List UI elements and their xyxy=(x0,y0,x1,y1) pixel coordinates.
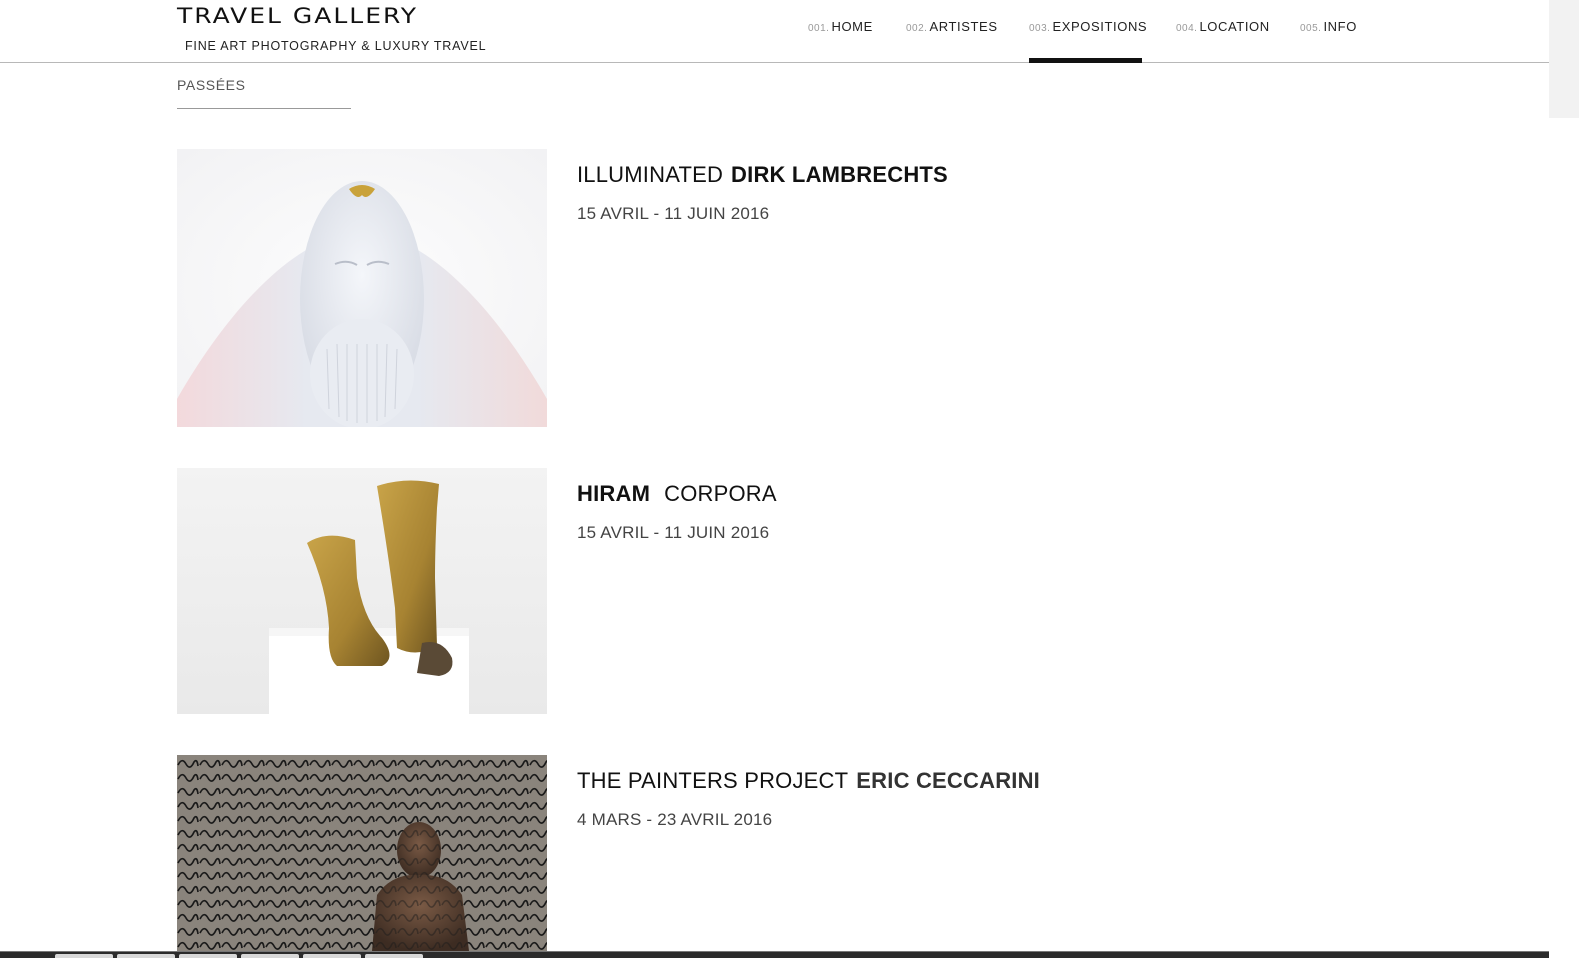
nav-item-label: HOME xyxy=(831,19,873,34)
taskbar-button[interactable] xyxy=(365,954,423,958)
taskbar-button[interactable] xyxy=(241,954,299,958)
artist-name: ERIC CECCARINI xyxy=(856,768,1040,793)
nav-item-number: 002. xyxy=(906,23,928,34)
main-nav: 001. HOME 002. ARTISTES 003. EXPOSITIONS 00… xyxy=(0,0,1549,63)
site-header: TRAVEL GALLERY FINE ART PHOTOGRAPHY & LU… xyxy=(0,0,1549,63)
nav-item-home[interactable]: 001. HOME xyxy=(808,19,873,63)
nav-item-info[interactable]: 005. INFO xyxy=(1300,19,1357,63)
section-title: PASSÉES xyxy=(177,77,246,93)
nav-item-location[interactable]: 004. LOCATION xyxy=(1176,19,1270,63)
nav-item-number: 001. xyxy=(808,23,830,34)
exhibition-title[interactable]: THE PAINTERS PROJECT ERIC CECCARINI xyxy=(577,768,1040,794)
exhibition-name: CORPORA xyxy=(664,481,777,506)
taskbar-button[interactable] xyxy=(303,954,361,958)
nav-item-label: INFO xyxy=(1323,19,1357,34)
exhibition-name: ILLUMINATED xyxy=(577,162,724,187)
exhibition-info: THE PAINTERS PROJECT ERIC CECCARINI 4 MAR… xyxy=(577,768,1040,830)
nav-item-label: LOCATION xyxy=(1199,19,1270,34)
artist-name: DIRK LAMBRECHTS xyxy=(731,162,948,187)
exhibition-name: THE PAINTERS PROJECT xyxy=(577,768,849,793)
nav-item-artistes[interactable]: 002. ARTISTES xyxy=(906,19,998,63)
section-divider xyxy=(177,108,351,109)
os-taskbar xyxy=(0,951,1549,958)
nav-item-label: EXPOSITIONS xyxy=(1052,19,1148,34)
exhibition-title[interactable]: HIRAM CORPORA xyxy=(577,481,777,507)
scrollbar-area[interactable] xyxy=(1549,0,1579,118)
exhibition-info: ILLUMINATED DIRK LAMBRECHTS 15 AVRIL - 11… xyxy=(577,162,948,224)
exhibition-thumbnail[interactable] xyxy=(177,149,547,427)
nav-item-number: 004. xyxy=(1176,23,1198,34)
portrait-image xyxy=(177,149,547,427)
exhibition-dates: 4 MARS - 23 AVRIL 2016 xyxy=(577,810,773,829)
nav-item-expositions[interactable]: 003. EXPOSITIONS xyxy=(1029,19,1147,63)
painting-image xyxy=(177,755,547,951)
nav-item-number: 005. xyxy=(1300,23,1322,34)
taskbar-button[interactable] xyxy=(179,954,237,958)
exhibition-dates: 15 AVRIL - 11 JUIN 2016 xyxy=(577,204,770,223)
sculpture-image xyxy=(177,468,547,714)
exhibition-info: HIRAM CORPORA 15 AVRIL - 11 JUIN 2016 xyxy=(577,481,777,543)
taskbar-button[interactable] xyxy=(117,954,175,958)
nav-item-number: 003. xyxy=(1029,23,1051,34)
exhibition-title[interactable]: ILLUMINATED DIRK LAMBRECHTS xyxy=(577,162,948,188)
taskbar-button[interactable] xyxy=(55,954,113,958)
nav-item-label: ARTISTES xyxy=(929,19,998,34)
exhibition-thumbnail[interactable] xyxy=(177,468,547,714)
artist-name: HIRAM xyxy=(577,481,651,506)
exhibition-thumbnail[interactable] xyxy=(177,755,547,951)
exhibition-dates: 15 AVRIL - 11 JUIN 2016 xyxy=(577,523,770,542)
